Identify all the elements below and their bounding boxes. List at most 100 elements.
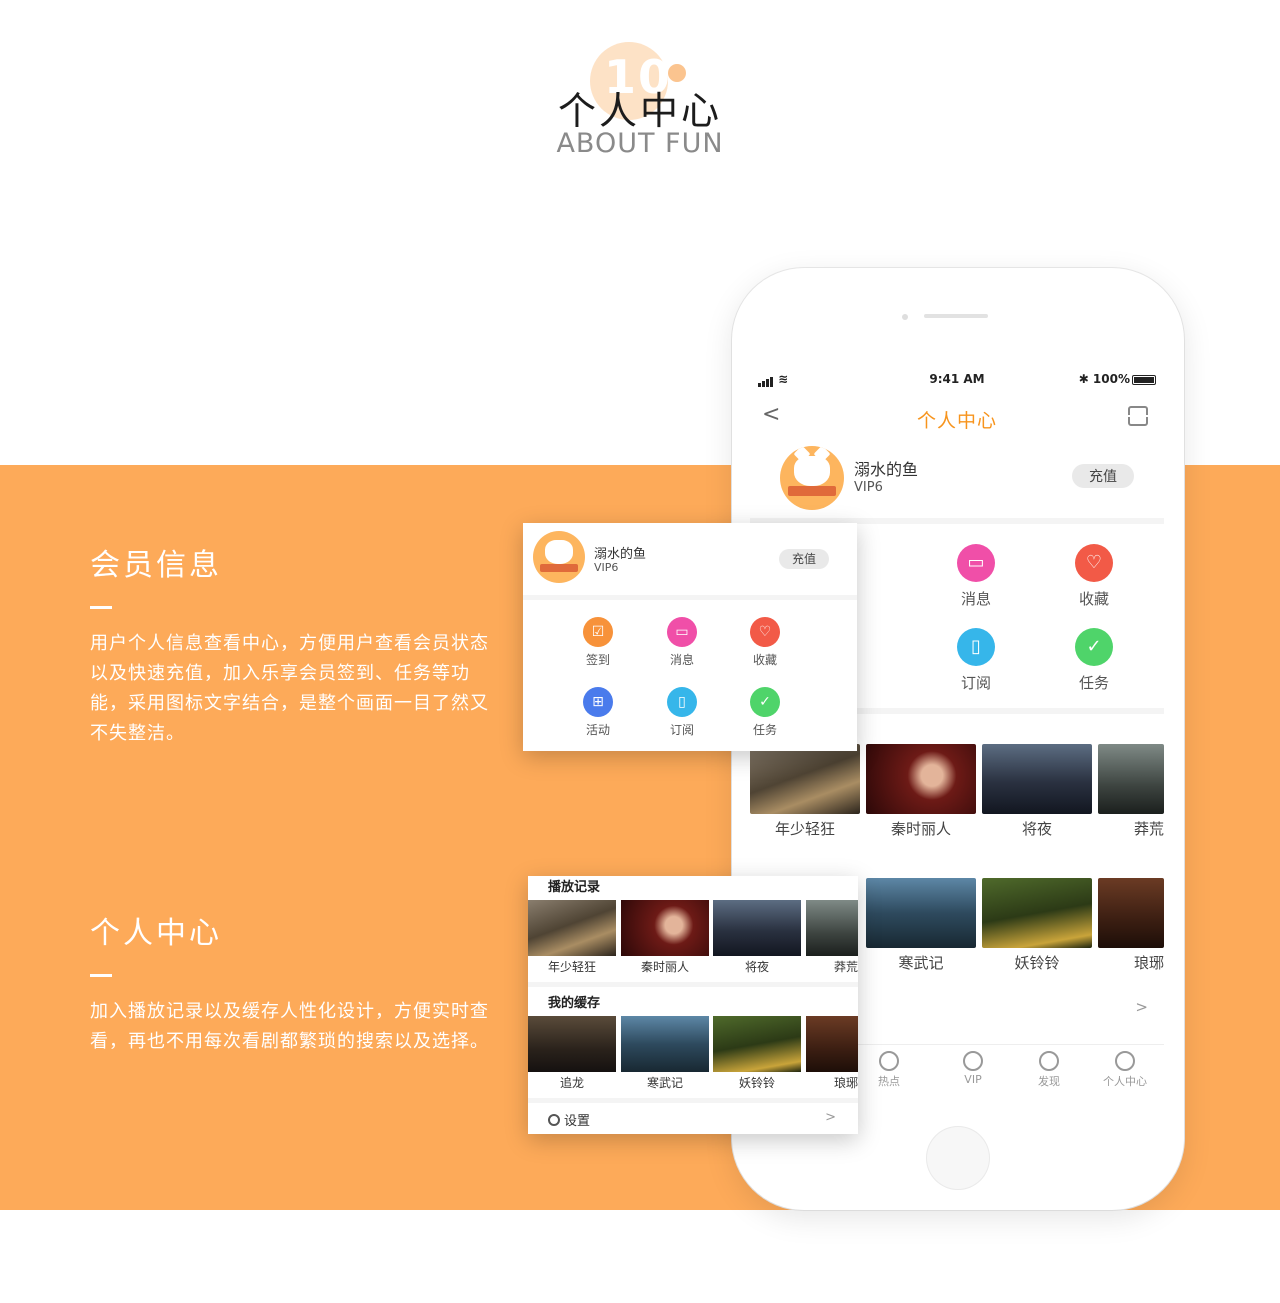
history-poster[interactable]	[866, 744, 976, 814]
crown-icon	[963, 1051, 983, 1071]
history-title: 将夜	[744, 960, 769, 974]
tab-vip[interactable]: VIP	[938, 1051, 1008, 1086]
history-poster[interactable]	[806, 900, 858, 956]
cache-heading: 我的缓存	[548, 996, 601, 1011]
divider	[528, 1098, 858, 1103]
cache-poster[interactable]	[621, 1016, 709, 1072]
cache-poster[interactable]	[713, 1016, 801, 1072]
cache-title: 寒武记	[646, 1076, 683, 1090]
battery-level: 100%	[1092, 372, 1130, 386]
page-header: 10 个人中心 ABOUT FUN	[0, 0, 1280, 200]
settings-row[interactable]: 设置	[548, 1110, 590, 1129]
book-icon: ▯	[667, 687, 697, 717]
heart-icon: ♡	[750, 617, 780, 647]
checkin-icon: ☑	[583, 617, 613, 647]
cache-poster[interactable]	[866, 878, 976, 948]
grid-item-subscribe[interactable]: ▯ 订阅	[936, 628, 1016, 693]
avatar-tag	[540, 564, 578, 572]
history-poster[interactable]	[713, 900, 801, 956]
avatar-face	[794, 456, 830, 486]
tab-label: 个人中心	[1103, 1075, 1147, 1088]
divider	[523, 595, 857, 600]
grid-label: 收藏	[1078, 590, 1109, 608]
section-personal-center: 个人中心 加入播放记录以及缓存人性化设计，方便实时查看，再也不用每次看剧都繁琐的…	[90, 908, 490, 1057]
grid-label: 订阅	[669, 723, 694, 737]
section-rule	[90, 606, 112, 609]
history-heading: 播放记录	[548, 880, 601, 895]
chevron-right-icon: >	[825, 1110, 836, 1125]
avatar[interactable]	[533, 531, 585, 583]
grid-label: 订阅	[960, 674, 991, 692]
history-title: 秦时丽人	[640, 960, 689, 974]
history-title: 将夜	[1021, 820, 1052, 838]
cache-poster[interactable]	[806, 1016, 858, 1072]
tab-hot[interactable]: 热点	[854, 1051, 924, 1089]
gift-icon: ⊞	[583, 687, 613, 717]
page-subtitle: ABOUT FUN	[556, 128, 724, 159]
grid-item-favorite[interactable]: ♡ 收藏	[1054, 544, 1134, 609]
flame-icon	[879, 1051, 899, 1071]
section-text: 加入播放记录以及缓存人性化设计，方便实时查看，再也不用每次看剧都繁琐的搜索以及选…	[90, 1001, 489, 1052]
cache-poster[interactable]	[528, 1016, 616, 1072]
history-title: 秦时丽人	[890, 820, 951, 838]
history-title: 年少轻狂	[547, 960, 596, 974]
nav-bar: < 个人中心	[750, 392, 1164, 442]
battery-status: ✱ 100%	[1079, 372, 1156, 386]
message-icon: ▭	[957, 544, 995, 582]
tab-label: 热点	[878, 1075, 900, 1088]
grid-item-activity[interactable]: ⊞ 活动	[568, 687, 628, 738]
message-icon: ▭	[667, 617, 697, 647]
recharge-button[interactable]: 充值	[779, 549, 829, 569]
grid-label: 任务	[752, 723, 777, 737]
grid-item-message[interactable]: ▭ 消息	[652, 617, 712, 668]
heart-icon: ♡	[1075, 544, 1113, 582]
section-title: 个人中心	[90, 916, 222, 951]
history-poster[interactable]	[621, 900, 709, 956]
gear-icon	[548, 1114, 560, 1126]
history-title: 莽荒	[1133, 820, 1164, 838]
search-icon	[1039, 1051, 1059, 1071]
grid-label: 消息	[669, 653, 694, 667]
tab-label: 发现	[1038, 1075, 1060, 1088]
cache-title: 追龙	[559, 1076, 584, 1090]
grid-label: 签到	[585, 653, 610, 667]
history-title: 莽荒	[833, 960, 858, 974]
avatar-tag	[788, 486, 836, 496]
profile-name: 溺水的鱼	[854, 460, 919, 479]
home-button[interactable]	[926, 1126, 990, 1190]
cache-poster[interactable]	[982, 878, 1092, 948]
tab-label: VIP	[964, 1073, 982, 1086]
grid-item-checkin[interactable]: ☑ 签到	[568, 617, 628, 668]
divider	[528, 982, 858, 987]
cache-poster[interactable]	[1098, 878, 1164, 948]
grid-item-task[interactable]: ✓ 任务	[735, 687, 795, 738]
scan-icon[interactable]	[1126, 406, 1150, 426]
settings-label: 设置	[564, 1114, 591, 1129]
recharge-button[interactable]: 充值	[1072, 464, 1134, 488]
grid-label: 收藏	[752, 653, 777, 667]
section-text: 用户个人信息查看中心，方便用户查看会员状态以及快速充值，加入乐享会员签到、任务等…	[90, 633, 489, 744]
history-cache-card: 播放记录 年少轻狂 秦时丽人 将夜 莽荒 我的缓存 追龙 寒武记 妖铃铃 琅琊 …	[528, 876, 858, 1134]
history-row: 年少轻狂 秦时丽人 将夜 莽荒	[750, 744, 1164, 864]
avatar-face	[545, 540, 573, 564]
cache-title: 寒武记	[898, 954, 944, 972]
history-poster[interactable]	[982, 744, 1092, 814]
phone-speaker	[924, 314, 988, 318]
avatar[interactable]	[780, 446, 844, 510]
tab-profile[interactable]: 个人中心	[1090, 1051, 1160, 1089]
history-title: 年少轻狂	[774, 820, 835, 838]
cache-title: 妖铃铃	[1014, 954, 1060, 972]
grid-item-task[interactable]: ✓ 任务	[1054, 628, 1134, 693]
tab-discover[interactable]: 发现	[1014, 1051, 1084, 1089]
profile-vip: VIP6	[854, 480, 883, 495]
section-member-info: 会员信息 用户个人信息查看中心，方便用户查看会员状态以及快速充值，加入乐享会员签…	[90, 540, 490, 749]
grid-item-subscribe[interactable]: ▯ 订阅	[652, 687, 712, 738]
history-poster[interactable]	[528, 900, 616, 956]
grid-item-favorite[interactable]: ♡ 收藏	[735, 617, 795, 668]
grid-item-message[interactable]: ▭ 消息	[936, 544, 1016, 609]
grid-label: 消息	[960, 590, 991, 608]
cache-title: 妖铃铃	[738, 1076, 775, 1090]
history-poster[interactable]	[1098, 744, 1164, 814]
history-poster[interactable]	[750, 744, 860, 814]
section-rule	[90, 974, 112, 977]
